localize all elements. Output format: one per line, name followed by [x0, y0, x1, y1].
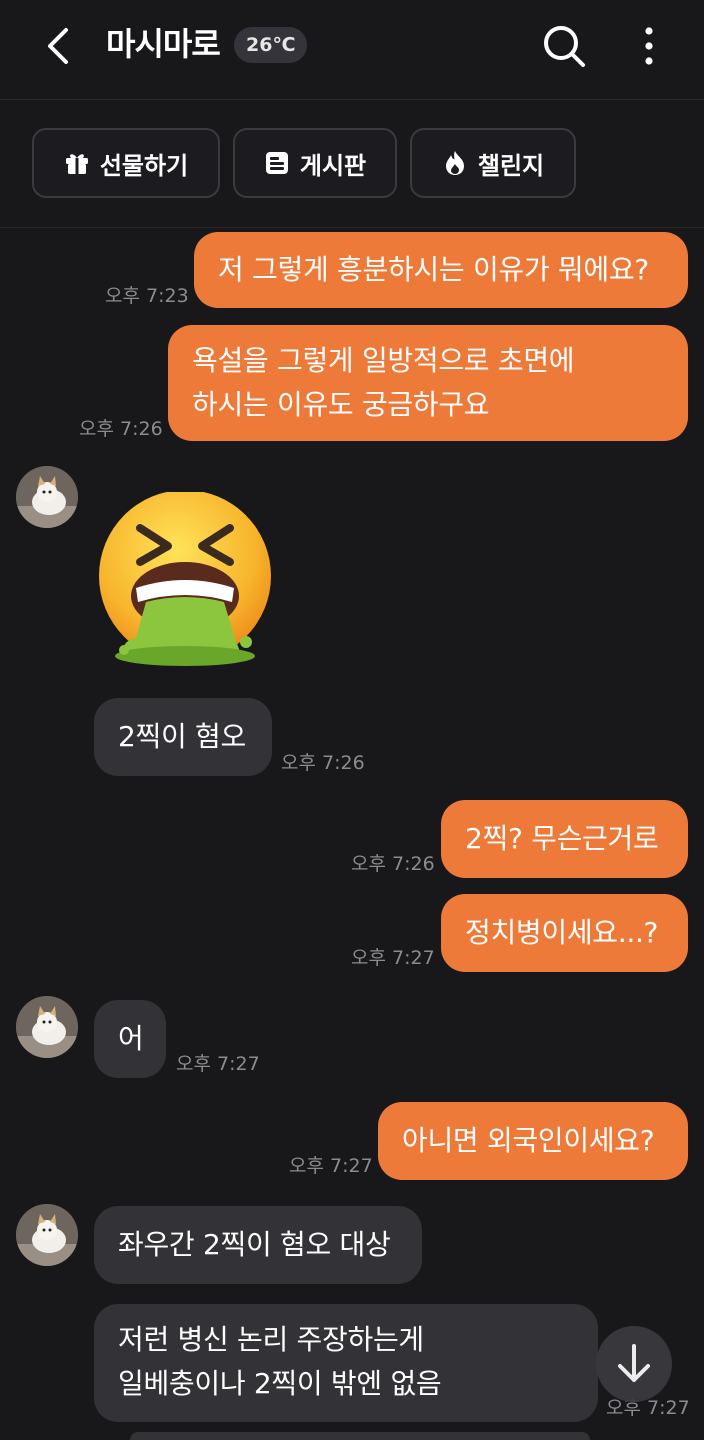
dog-avatar-image — [16, 466, 78, 528]
message-text: 아니면 외국인이세요? — [402, 1124, 655, 1157]
message-time: 오후 7:23 — [105, 285, 189, 307]
message-time: 오후 7:27 — [351, 947, 435, 969]
dog-avatar-image — [16, 996, 78, 1058]
search-icon — [544, 26, 585, 67]
my-message-bubble[interactable]: 정치병이세요...? — [441, 894, 688, 972]
back-button[interactable] — [38, 24, 78, 68]
message-time: 오후 7:26 — [79, 418, 163, 440]
message-text: 2찍이 혐오 — [118, 720, 246, 753]
avatar[interactable] — [16, 466, 78, 528]
message-text: 좌우간 2찍이 혐오 대상 — [118, 1228, 391, 1261]
chat-title: 마시마로 — [106, 25, 221, 63]
message-text: 어 — [118, 1022, 144, 1055]
message-time: 오후 7:27 — [289, 1155, 373, 1177]
their-message-bubble[interactable]: 좌우간 2찍이 혐오 대상 — [94, 1206, 422, 1284]
challenge-button[interactable]: 챌린지 — [410, 128, 576, 198]
board-button[interactable]: 게시판 — [233, 128, 397, 198]
message-time: 오후 7:26 — [351, 853, 435, 875]
board-label: 게시판 — [299, 151, 367, 180]
message-time: 오후 7:27 — [176, 1053, 260, 1075]
message-text: 2찍? 무슨근거로 — [465, 822, 659, 855]
gift-button[interactable]: 선물하기 — [32, 128, 220, 198]
message-text: 정치병이세요...? — [465, 916, 659, 949]
vomiting-face-emoji[interactable] — [96, 490, 274, 674]
arrow-down-icon — [618, 1344, 650, 1382]
message-text-line: 저런 병신 논리 주장하는게 — [118, 1323, 424, 1356]
message-text-line: 일베충이나 2찍이 밖엔 없음 — [118, 1367, 442, 1400]
more-vertical-icon — [645, 27, 653, 65]
board-icon — [264, 150, 290, 176]
temperature-badge: 26℃ — [234, 27, 308, 63]
message-text-line: 하시는 이유도 궁금하구요 — [192, 388, 490, 421]
chat-header: 마시마로 26℃ — [0, 0, 704, 100]
action-row: 선물하기 게시판 챌린지 — [0, 100, 704, 228]
my-message-bubble[interactable]: 저 그렇게 흥분하시는 이유가 뭐에요? — [194, 232, 688, 308]
avatar[interactable] — [16, 996, 78, 1058]
my-message-bubble[interactable]: 욕설을 그렇게 일방적으로 초면에 하시는 이유도 궁금하구요 — [168, 325, 688, 441]
back-arrow-icon — [48, 28, 68, 64]
dog-avatar-image — [16, 1204, 78, 1266]
message-text: 저 그렇게 흥분하시는 이유가 뭐에요? — [218, 253, 649, 286]
their-message-bubble[interactable]: 2찍이 혐오 — [94, 698, 272, 776]
my-message-bubble[interactable]: 아니면 외국인이세요? — [378, 1102, 688, 1180]
next-message-peek — [130, 1432, 590, 1440]
scroll-to-bottom-button[interactable] — [596, 1326, 672, 1402]
message-text-line: 욕설을 그렇게 일방적으로 초면에 — [192, 344, 575, 377]
more-options-button[interactable] — [628, 20, 670, 72]
gift-label: 선물하기 — [99, 151, 189, 180]
avatar[interactable] — [16, 1204, 78, 1266]
search-button[interactable] — [538, 20, 590, 72]
challenge-label: 챌린지 — [477, 151, 545, 180]
flame-icon — [442, 150, 468, 176]
message-time: 오후 7:27 — [606, 1397, 690, 1419]
my-message-bubble[interactable]: 2찍? 무슨근거로 — [441, 800, 688, 878]
their-message-bubble[interactable]: 저런 병신 논리 주장하는게 일베충이나 2찍이 밖엔 없음 — [94, 1304, 598, 1422]
their-message-bubble[interactable]: 어 — [94, 1000, 166, 1078]
gift-icon — [64, 150, 90, 176]
message-time: 오후 7:26 — [281, 752, 365, 774]
